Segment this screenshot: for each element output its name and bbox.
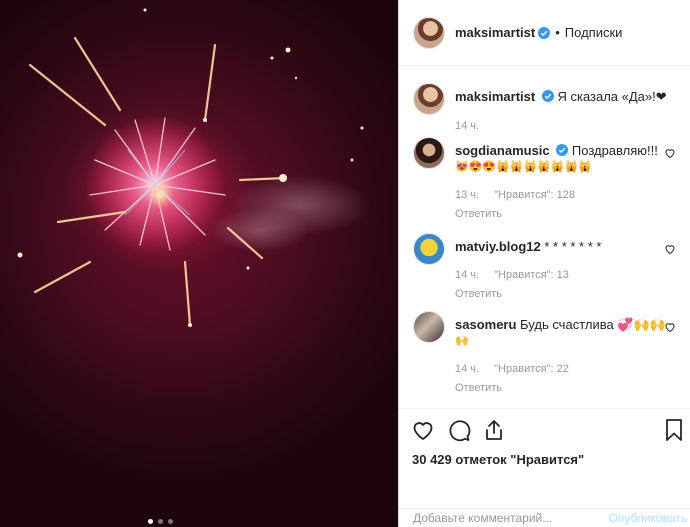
publish-button[interactable]: Опубликовать: [609, 511, 687, 527]
comment-text: * * * * * * *: [544, 239, 602, 254]
avatar[interactable]: [413, 83, 445, 115]
post-header: maksimartist • Подписки: [399, 0, 690, 66]
fireworks-image: [17, 8, 370, 327]
reply-button[interactable]: Ответить: [455, 380, 678, 396]
comment-text: Будь счастлива 💞🙌🙌: [520, 317, 666, 332]
verified-badge-icon: [538, 26, 551, 39]
comment-time[interactable]: 14 ч.: [455, 363, 479, 375]
section-divider: [399, 408, 690, 409]
comment-input[interactable]: [413, 511, 593, 527]
caption: maksimartist Я сказала «Да»!❤ 14 ч.: [413, 83, 678, 134]
list-item: sogdianamusic Поздравляю!!! 😻😍😍🙀🙀🙀🙀🙀🙀🙀 1…: [413, 137, 678, 222]
carousel-dot[interactable]: [168, 519, 173, 524]
comment-time[interactable]: 13 ч.: [455, 189, 479, 201]
list-item: matviy.blog12 * * * * * * * 14 ч. "Нрави…: [413, 233, 678, 302]
comment-likes[interactable]: "Нравится": 128: [494, 189, 575, 201]
verified-badge-icon: [541, 90, 554, 102]
add-comment-bar: Опубликовать: [399, 508, 690, 527]
reply-button[interactable]: Ответить: [455, 286, 678, 302]
avatar[interactable]: [413, 233, 445, 265]
reply-button[interactable]: Ответить: [455, 206, 678, 222]
action-bar: [411, 418, 505, 442]
caption-time[interactable]: 14 ч.: [455, 120, 479, 132]
comment-time[interactable]: 14 ч.: [455, 269, 479, 281]
comment-likes[interactable]: "Нравится": 13: [494, 269, 569, 281]
comment-emoji-line: 🙌: [455, 335, 469, 347]
avatar[interactable]: [413, 311, 445, 343]
avatar[interactable]: [413, 137, 445, 169]
carousel-dot[interactable]: [158, 519, 163, 524]
like-heart-icon[interactable]: [411, 418, 435, 442]
post-media[interactable]: [0, 0, 398, 527]
carousel-dot[interactable]: [148, 519, 153, 524]
list-item: sasomeru Будь счастлива 💞🙌🙌 🙌 14 ч. "Нра…: [413, 311, 678, 396]
comment-emoji-line: 😻😍😍🙀🙀🙀🙀🙀🙀🙀: [455, 161, 592, 173]
comment-username[interactable]: matviy.blog12: [455, 239, 541, 254]
bookmark-icon[interactable]: [664, 418, 684, 442]
comments-list[interactable]: maksimartist Я сказала «Да»!❤ 14 ч. sogd…: [399, 67, 690, 408]
heart-icon[interactable]: [664, 147, 676, 159]
author-username[interactable]: maksimartist: [455, 25, 535, 40]
caption-text: Я сказала «Да»!❤: [557, 89, 667, 104]
follow-button[interactable]: Подписки: [565, 25, 623, 40]
post-side-panel: maksimartist • Подписки maksimartist Я с…: [399, 0, 690, 527]
caption-username[interactable]: maksimartist: [455, 89, 535, 104]
heart-icon[interactable]: [664, 321, 676, 333]
verified-badge-icon: [556, 144, 569, 156]
heart-icon[interactable]: [664, 243, 676, 255]
comment-icon[interactable]: [447, 418, 471, 442]
header-separator: •: [555, 25, 560, 40]
comment-likes[interactable]: "Нравится": 22: [494, 363, 569, 375]
carousel-indicator: [148, 519, 173, 524]
comment-text: Поздравляю!!!: [571, 143, 658, 158]
comment-username[interactable]: sasomeru: [455, 317, 516, 332]
likes-count[interactable]: 30 429 отметок "Нравится": [412, 452, 584, 467]
share-icon[interactable]: [483, 418, 505, 442]
author-avatar[interactable]: [413, 16, 445, 49]
comment-username[interactable]: sogdianamusic: [455, 143, 550, 158]
